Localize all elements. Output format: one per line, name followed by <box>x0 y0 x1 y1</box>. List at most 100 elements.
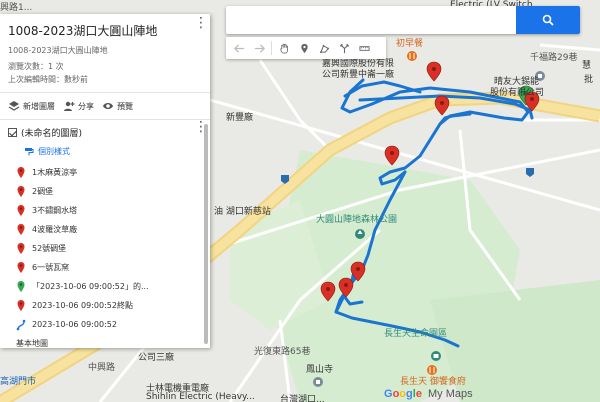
map-label-pi: 批 <box>584 75 594 85</box>
layer-item[interactable]: 2023-10-06 09:00:52終點 <box>16 296 202 315</box>
layer-item[interactable]: 1木麻黃涼亭 <box>16 163 202 182</box>
map-label-qingyou2: 股份有限公司 <box>490 88 545 98</box>
map-label-qianfu: 千福路29巷 <box>530 53 578 63</box>
google-logo: Google <box>384 388 422 400</box>
layer-item-label: 1木麻黃涼亭 <box>32 168 78 177</box>
red-pin-icon <box>17 262 25 273</box>
map-label-hukou-gate: 高湖門市 <box>0 377 37 387</box>
paint-roller-icon <box>25 147 34 155</box>
share-button[interactable]: 分享 <box>63 100 94 112</box>
add-person-icon <box>64 101 75 111</box>
map-label-shihlin-en: Shihlin Electric (Heavy... <box>146 392 255 402</box>
share-label: 分享 <box>78 101 94 111</box>
layer-header[interactable]: (未命名的圖層) <box>8 126 202 139</box>
map-label-zhongxing: 中興路 <box>88 363 116 373</box>
layer-item-label: 「2023-10-06 09:00:52」的... <box>32 282 149 291</box>
undo-icon <box>233 43 244 53</box>
my-maps-label: My Maps <box>424 388 473 400</box>
add-layer-label: 新增圖層 <box>23 101 55 111</box>
layer-item[interactable]: 「2023-10-06 09:00:52」的... <box>16 277 202 296</box>
layer-item-label: 2碉堡 <box>32 187 54 196</box>
red-pin-icon <box>17 224 25 235</box>
layer-name[interactable]: (未命名的圖層) <box>21 126 82 139</box>
eye-icon <box>103 103 113 109</box>
layers-icon <box>8 101 20 111</box>
layer-options-menu-icon[interactable]: ⋮ <box>194 119 208 140</box>
individual-style-label: 個別樣式 <box>38 147 70 156</box>
google-my-maps-logo: Google My Maps <box>384 388 473 400</box>
map-label-changsheng-restaurant: 長生天 御饗食府 <box>400 377 466 387</box>
add-layer-button[interactable]: 新增圖層 <box>8 100 55 112</box>
map-label-top-left: 興路1... <box>0 3 33 13</box>
marker-icon <box>300 43 308 53</box>
map-label-hukou-station: 油 湖口新慈站 <box>214 207 271 217</box>
layer-item-label: 6一號瓦窯 <box>32 263 70 272</box>
layer-item[interactable]: 52號碉堡 <box>16 239 202 258</box>
map-description[interactable]: 1008-2023湖口大圓山陣地 <box>8 45 202 56</box>
red-pin-icon <box>17 243 25 254</box>
base-map-item[interactable]: 基本地圖 <box>16 334 202 348</box>
add-directions-button[interactable] <box>334 37 354 59</box>
map-sidebar-panel: 1008-2023湖口大圓山陣地 1008-2023湖口大圓山陣地 瀏覽次數：1… <box>0 14 210 348</box>
map-label-jiayi2: 公司新豐中崙一廠 <box>322 70 395 80</box>
ruler-icon <box>358 45 370 51</box>
red-pin-icon <box>17 186 25 197</box>
redo-button[interactable] <box>249 37 269 59</box>
panel-header: 1008-2023湖口大圓山陣地 1008-2023湖口大圓山陣地 瀏覽次數：1… <box>0 14 210 92</box>
park-poi-icon <box>355 229 365 239</box>
map-title[interactable]: 1008-2023湖口大圓山陣地 <box>8 22 202 39</box>
layer-item-label: 2023-10-06 09:00:52終點 <box>32 301 133 310</box>
polygon-icon <box>319 44 329 53</box>
view-count: 瀏覽次數：1 次 <box>8 62 64 71</box>
map-label-changsheng-garden: 長生天生命園區 <box>384 329 448 339</box>
layer-item-label: 4波羅汶草廠 <box>32 225 78 234</box>
search-input[interactable] <box>232 9 512 31</box>
search-icon <box>542 14 554 26</box>
green-pin-icon <box>17 281 25 292</box>
temple-poi-icon <box>313 377 323 387</box>
panel-actions: 新增圖層 分享 預覽 <box>0 93 210 119</box>
red-pin-icon <box>17 300 25 311</box>
panel-scrollbar[interactable] <box>204 124 208 344</box>
route-icon <box>16 319 26 331</box>
layer-item[interactable]: 2碉堡 <box>16 182 202 201</box>
draw-line-button[interactable] <box>314 37 334 59</box>
map-meta: 瀏覽次數：1 次 上次編輯時間：數秒前 <box>8 60 202 86</box>
red-pin-icon <box>17 167 25 178</box>
map-label-xinfeng: 新豐廠 <box>226 113 254 123</box>
measure-button[interactable] <box>354 37 374 59</box>
add-marker-button[interactable] <box>294 37 314 59</box>
map-label-jiedu: 公司三廠 <box>138 353 175 363</box>
layer-item-label: 2023-10-06 09:00:52 <box>32 320 117 329</box>
undo-button[interactable] <box>229 37 249 59</box>
directions-icon <box>339 43 349 53</box>
search-button[interactable] <box>516 6 580 34</box>
base-map-label: 基本地圖 <box>16 339 48 348</box>
preview-button[interactable]: 預覽 <box>102 100 133 112</box>
map-label-hui: 慧 <box>582 61 592 71</box>
breakfast-poi-icon <box>407 51 417 61</box>
layer-item[interactable]: 4波羅汶草廠 <box>16 220 202 239</box>
individual-style-link[interactable]: 個別樣式 <box>24 146 202 157</box>
map-label-nan: 台灣湖口... <box>280 395 325 402</box>
garden-poi-icon <box>431 351 441 361</box>
map-label-guangfu: 光復東路65巷 <box>254 347 311 357</box>
hand-icon <box>279 43 288 53</box>
preview-label: 預覽 <box>117 101 133 111</box>
layer-item-label: 3不鏽鋼水塔 <box>32 206 78 215</box>
redo-icon <box>254 43 265 53</box>
map-label-breakfast: 初早餐 <box>396 39 424 49</box>
layer-visibility-checkbox[interactable] <box>8 128 17 137</box>
pan-tool-button[interactable] <box>274 37 294 59</box>
search-box <box>226 6 580 34</box>
map-label-fengshan: 鳳山寺 <box>306 365 334 375</box>
map-label-park: 大圓山陣地森林公園 <box>316 215 398 225</box>
layer-items-list: 1木麻黃涼亭 2碉堡 3不鏽鋼水塔 4波羅汶草廠 52號碉堡 6一號瓦窯「2023-10-… <box>8 163 202 348</box>
layer-section: (未命名的圖層) ⋮ 個別樣式 1木麻黃涼亭 2碉堡 3不鏽鋼水塔 4波羅汶草廠 52號… <box>0 119 210 348</box>
map-options-menu-icon[interactable]: ⋮ <box>194 15 208 36</box>
layer-item[interactable]: 2023-10-06 09:00:52 <box>16 315 202 334</box>
layer-item[interactable]: 3不鏽鋼水塔 <box>16 201 202 220</box>
map-toolbar <box>226 37 386 59</box>
last-edit: 上次編輯時間：數秒前 <box>8 75 88 84</box>
layer-item[interactable]: 6一號瓦窯 <box>16 258 202 277</box>
